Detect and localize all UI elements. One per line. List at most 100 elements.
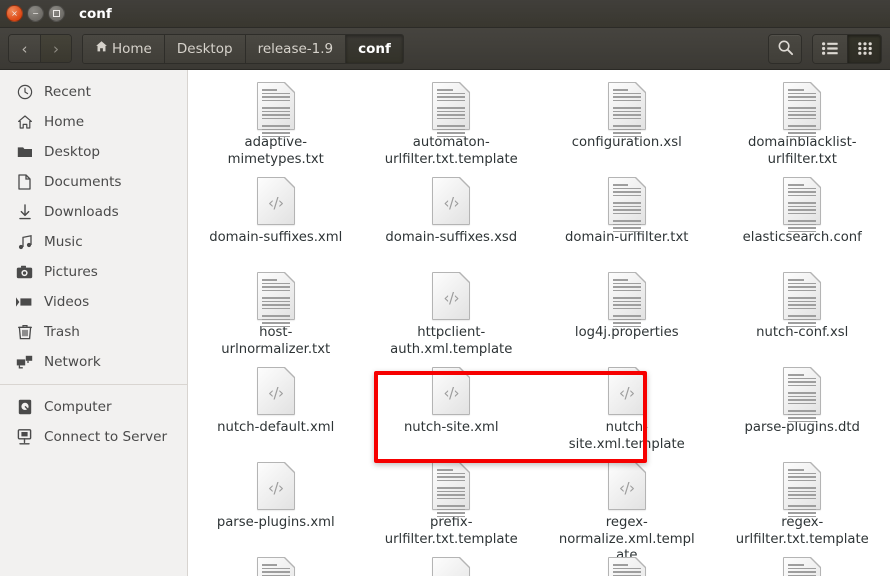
- sidebar-item-label: Connect to Server: [44, 429, 168, 445]
- view-mode-group: [812, 34, 882, 64]
- forward-button[interactable]: ›: [40, 35, 71, 62]
- sidebar-item-label: Network: [44, 354, 101, 370]
- sidebar-item-connect-to-server[interactable]: Connect to Server: [0, 422, 187, 452]
- minimize-icon[interactable]: −: [27, 5, 44, 22]
- file-name: adaptive-mimetypes.txt: [227, 135, 324, 167]
- file-item[interactable]: adaptive-mimetypes.txt: [188, 78, 364, 173]
- search-icon: [777, 39, 794, 60]
- file-item[interactable]: ‹/› nutch-site.xml: [364, 363, 540, 458]
- trash-icon: [16, 324, 33, 341]
- file-name: domain-urlfilter.txt: [565, 230, 689, 245]
- file-item[interactable]: ‹/›: [364, 553, 540, 576]
- window-body: Recent Home Desktop Documents Downloads …: [0, 70, 890, 576]
- sidebar: Recent Home Desktop Documents Downloads …: [0, 70, 188, 576]
- xml-file-icon: ‹/›: [432, 366, 472, 415]
- file-item[interactable]: host-urlnormalizer.txt: [188, 268, 364, 363]
- file-item[interactable]: domainblacklist-urlfilter.txt: [715, 78, 890, 173]
- breadcrumb-item-desktop[interactable]: Desktop: [164, 34, 246, 63]
- breadcrumb-label: conf: [358, 40, 391, 57]
- download-icon: [16, 204, 33, 221]
- breadcrumb-item-home[interactable]: Home: [83, 34, 165, 63]
- sidebar-item-trash[interactable]: Trash: [0, 317, 187, 347]
- xml-file-icon: ‹/›: [432, 556, 472, 576]
- sidebar-item-home[interactable]: Home: [0, 107, 187, 137]
- maximize-icon[interactable]: [48, 5, 65, 22]
- breadcrumb-item-conf[interactable]: conf: [346, 34, 403, 63]
- sidebar-item-recent[interactable]: Recent: [0, 77, 187, 107]
- xml-file-icon: ‹/›: [256, 176, 296, 225]
- sidebar-item-label: Documents: [44, 174, 122, 190]
- text-file-icon: [607, 271, 647, 327]
- home-icon: [95, 40, 108, 57]
- text-file-icon: [432, 81, 472, 137]
- file-name: log4j.properties: [574, 325, 679, 340]
- sidebar-item-documents[interactable]: Documents: [0, 167, 187, 197]
- close-icon[interactable]: ×: [6, 5, 23, 22]
- grid-view-button[interactable]: [847, 35, 881, 63]
- file-item[interactable]: automaton-urlfilter.txt.template: [364, 78, 540, 173]
- home-icon: [16, 114, 33, 131]
- network-icon: [16, 354, 33, 371]
- video-icon: [16, 294, 33, 311]
- file-name: nutch-conf.xsl: [756, 325, 849, 340]
- file-item[interactable]: configuration.xsl: [539, 78, 715, 173]
- sidebar-item-computer[interactable]: Computer: [0, 392, 187, 422]
- file-item[interactable]: ‹/› domain-suffixes.xsd: [364, 173, 540, 268]
- file-name: nutch-default.xml: [217, 420, 335, 435]
- file-name: nutch-site.xml: [403, 420, 499, 435]
- file-item[interactable]: ‹/› nutch-default.xml: [188, 363, 364, 458]
- sidebar-group-devices: Computer Connect to Server: [0, 392, 187, 452]
- sidebar-item-pictures[interactable]: Pictures: [0, 257, 187, 287]
- folder-icon: [16, 144, 33, 161]
- window-controls: × −: [6, 5, 65, 22]
- sidebar-item-network[interactable]: Network: [0, 347, 187, 377]
- file-item[interactable]: [715, 553, 890, 576]
- text-file-icon: [607, 176, 647, 232]
- file-name: configuration.xsl: [571, 135, 682, 150]
- file-name: prefix-urlfilter.txt.template: [384, 515, 518, 547]
- sidebar-item-downloads[interactable]: Downloads: [0, 197, 187, 227]
- file-name: httpclient-auth.xml.template: [390, 325, 513, 357]
- text-file-icon: [256, 271, 296, 327]
- file-grid-area[interactable]: adaptive-mimetypes.txt automaton-urlfilte…: [188, 70, 890, 576]
- sidebar-item-videos[interactable]: Videos: [0, 287, 187, 317]
- file-item[interactable]: elasticsearch.conf: [715, 173, 890, 268]
- text-file-icon: [783, 176, 823, 232]
- file-item[interactable]: [539, 553, 715, 576]
- back-button[interactable]: ‹: [9, 35, 40, 62]
- breadcrumb-item-release[interactable]: release-1.9: [245, 34, 347, 63]
- file-item[interactable]: ‹/› parse-plugins.xml: [188, 458, 364, 553]
- music-note-icon: [16, 234, 33, 251]
- sidebar-group-places: Recent Home Desktop Documents Downloads …: [0, 77, 187, 377]
- file-item[interactable]: log4j.properties: [539, 268, 715, 363]
- file-item[interactable]: prefix-urlfilter.txt.template: [364, 458, 540, 553]
- search-button[interactable]: [768, 34, 802, 64]
- maximize-glyph: [53, 10, 60, 17]
- file-item[interactable]: domain-urlfilter.txt: [539, 173, 715, 268]
- file-item[interactable]: parse-plugins.dtd: [715, 363, 890, 458]
- text-file-icon: [783, 556, 823, 576]
- xml-file-icon: ‹/›: [607, 366, 647, 415]
- file-item[interactable]: regex-urlfilter.txt.template: [715, 458, 890, 553]
- sidebar-item-label: Computer: [44, 399, 112, 415]
- file-item[interactable]: [188, 553, 364, 576]
- list-view-button[interactable]: [813, 35, 847, 63]
- sidebar-item-label: Desktop: [44, 144, 101, 160]
- computer-icon: [16, 399, 33, 416]
- file-name: elasticsearch.conf: [742, 230, 862, 245]
- file-item[interactable]: ‹/› httpclient-auth.xml.template: [364, 268, 540, 363]
- file-item[interactable]: ‹/› regex-normalize.xml.template: [539, 458, 715, 563]
- sidebar-item-label: Pictures: [44, 264, 98, 280]
- file-item[interactable]: ‹/› domain-suffixes.xml: [188, 173, 364, 268]
- title-bar: × − conf: [0, 0, 890, 28]
- file-item[interactable]: ‹/› nutch-site.xml.template: [539, 363, 715, 458]
- sidebar-item-desktop[interactable]: Desktop: [0, 137, 187, 167]
- xml-file-icon: ‹/›: [256, 461, 296, 510]
- sidebar-item-label: Home: [44, 114, 85, 130]
- sidebar-item-music[interactable]: Music: [0, 227, 187, 257]
- text-file-icon: [256, 556, 296, 576]
- file-name: domain-suffixes.xsd: [385, 230, 518, 245]
- clock-icon: [16, 84, 33, 101]
- file-item[interactable]: nutch-conf.xsl: [715, 268, 890, 363]
- sidebar-item-label: Recent: [44, 84, 91, 100]
